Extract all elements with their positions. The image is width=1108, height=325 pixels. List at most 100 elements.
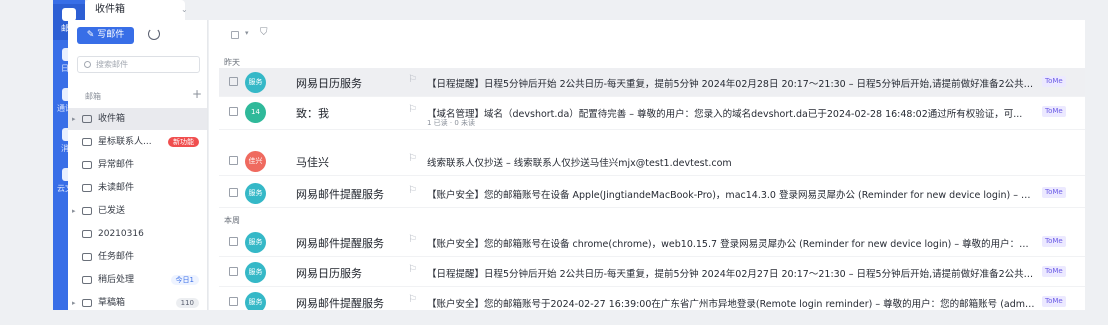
folder-sent[interactable]: ▸ 已发送 (68, 200, 207, 222)
write-mail-label: 写邮件 (97, 30, 125, 40)
search-icon (84, 61, 91, 68)
mail-row[interactable]: 佳兴 马佳兴 ⚐ 线索联系人仅抄送 – 线索联系人仅抄送马佳兴mjx@test1… (219, 147, 1085, 176)
draft-icon (82, 299, 92, 307)
folder-label: 任务邮件 (98, 252, 135, 262)
folder-20210316[interactable]: 20210316 (68, 223, 207, 245)
folder-abnormal[interactable]: 异常邮件 (68, 154, 207, 176)
tome-tag: ToMe (1042, 76, 1066, 87)
tab-inbox-label: 收件箱 (95, 4, 125, 15)
sender-name: 致：我 (296, 107, 329, 120)
clock-folder-icon (82, 276, 92, 284)
sender-name: 网易邮件提醒服务 (296, 237, 384, 250)
mail-subject: 【日程提醒】日程5分钟后开始 2公共日历-每天重复，提前5分钟 2024年02月… (427, 79, 1037, 90)
folder-icon (82, 230, 92, 238)
pencil-icon: ✎ (86, 30, 95, 40)
folder-label: 未读邮件 (98, 183, 135, 193)
mail-row[interactable]: 服务 网易日历服务 ⚐ 【日程提醒】日程5分钟后开始 2公共日历-每天重复，提前… (219, 258, 1085, 287)
mail-row[interactable]: 服务 网易日历服务 ⚐ 【日程提醒】日程5分钟后开始 2公共日历-每天重复，提前… (219, 68, 1085, 97)
sender-name: 马佳兴 (296, 156, 329, 169)
mail-subject: 【日程提醒】日程5分钟后开始 2公共日历-每天重复，提前5分钟 2024年02月… (427, 269, 1037, 280)
star-icon (82, 138, 92, 146)
folder-unread[interactable]: 未读邮件 (68, 177, 207, 199)
tome-tag: ToMe (1042, 106, 1066, 117)
folder-label: 稍后处理 (98, 275, 135, 285)
read-status: 1 已读 · 0 未读 (427, 119, 476, 127)
mail-subject: 【账户安全】您的邮箱账号在设备 chrome(chrome)，web10.15.… (427, 239, 1037, 250)
flag-icon[interactable]: ⚐ (408, 264, 417, 275)
avatar: 服务 (245, 262, 266, 283)
row-checkbox[interactable] (229, 267, 238, 276)
row-checkbox[interactable] (229, 77, 238, 86)
folder-label: 星标联系人... (98, 137, 152, 147)
flag-icon[interactable]: ⚐ (408, 234, 417, 245)
avatar: 14 (245, 102, 266, 123)
folder-sidebar: ✎ 写邮件 搜索邮件 邮箱 + ▸ 收件箱 星标联系人... 新功能 异常邮件 … (68, 20, 208, 320)
sender-name: 网易日历服务 (296, 77, 362, 90)
mail-subject: 【账户安全】您的邮箱账号于2024-02-27 16:39:00在广东省广州市异… (427, 299, 1037, 310)
mail-subject: 【账户安全】您的邮箱账号在设备 Apple(JingtiandeMacBook-… (427, 190, 1037, 201)
mail-row[interactable]: 服务 网易邮件提醒服务 ⚐ 【账户安全】您的邮箱账号在设备 Apple(Jing… (219, 179, 1085, 208)
new-feature-badge: 新功能 (168, 137, 199, 147)
group-label-yesterday: 昨天 (224, 58, 240, 67)
send-icon (82, 207, 92, 215)
tab-inbox[interactable]: 收件箱 (85, 0, 185, 20)
avatar: 服务 (245, 232, 266, 253)
folder-label: 收件箱 (98, 114, 126, 124)
refresh-icon[interactable] (148, 28, 160, 40)
mail-app: 邮箱 日历 通讯录 1 消息 云文档 收件箱 ⌄ ✎ 写邮件 (0, 0, 1108, 325)
folder-tasks[interactable]: 任务邮件 (68, 246, 207, 268)
expand-arrow-icon[interactable]: ▸ (72, 200, 76, 222)
folder-label: 20210316 (98, 229, 144, 239)
folder-icon (82, 161, 92, 169)
flag-icon[interactable]: ⚐ (408, 185, 417, 196)
row-checkbox[interactable] (229, 237, 238, 246)
sender-name: 网易日历服务 (296, 267, 362, 280)
expand-arrow-icon[interactable]: ▸ (72, 108, 76, 130)
row-checkbox[interactable] (229, 156, 238, 165)
folder-later[interactable]: 稍后处理 今日1 (68, 269, 207, 291)
write-mail-button[interactable]: ✎ 写邮件 (77, 27, 134, 44)
avatar: 佳兴 (245, 151, 266, 172)
tome-tag: ToMe (1042, 236, 1066, 247)
sender-name: 网易邮件提醒服务 (296, 188, 384, 201)
sender-name: 网易邮件提醒服务 (296, 297, 384, 310)
flag-icon[interactable]: ⚐ (408, 104, 417, 115)
folder-label: 已发送 (98, 206, 126, 216)
filter-icon[interactable]: ⛉ (260, 27, 268, 38)
avatar: 服务 (245, 183, 266, 204)
tome-tag: ToMe (1042, 296, 1066, 307)
row-checkbox[interactable] (229, 188, 238, 197)
mail-subject: 【域名管理】域名（devshort.da）配置待完善 – 尊敬的用户：您录入的域… (427, 109, 1023, 120)
task-list-icon (82, 253, 92, 261)
mail-row[interactable]: 14 致：我 ⚐ 【域名管理】域名（devshort.da）配置待完善 – 尊敬… (219, 98, 1085, 130)
chevron-down-icon[interactable]: ▾ (245, 29, 249, 37)
mailbox-section-label: 邮箱 (85, 92, 101, 101)
chevron-down-icon[interactable]: ⌄ (181, 5, 188, 14)
tome-tag: ToMe (1042, 266, 1066, 277)
search-input[interactable]: 搜索邮件 (77, 56, 200, 73)
mail-list: ▾ ⛉ 昨天 服务 网易日历服务 ⚐ 【日程提醒】日程5分钟后开始 2公共日历-… (209, 20, 1085, 325)
avatar: 服务 (245, 72, 266, 93)
inbox-icon (82, 115, 92, 123)
search-placeholder: 搜索邮件 (96, 60, 128, 69)
mail-row[interactable]: 服务 网易邮件提醒服务 ⚐ 【账户安全】您的邮箱账号在设备 chrome(chr… (219, 228, 1085, 257)
row-checkbox[interactable] (229, 107, 238, 116)
folder-starred-contacts[interactable]: 星标联系人... 新功能 (68, 131, 207, 153)
group-label-this-week: 本周 (224, 216, 240, 225)
folder-label: 异常邮件 (98, 160, 135, 170)
bottom-margin (0, 310, 1108, 325)
flag-icon[interactable]: ⚐ (408, 294, 417, 305)
today-count-badge: 今日1 (170, 275, 199, 285)
flag-icon[interactable]: ⚐ (408, 74, 417, 85)
flag-icon[interactable]: ⚐ (408, 153, 417, 164)
folder-inbox[interactable]: ▸ 收件箱 (68, 108, 207, 130)
draft-count-badge: 110 (175, 298, 199, 308)
tab-bar: 收件箱 ⌄ (85, 0, 1108, 20)
tome-tag: ToMe (1042, 187, 1066, 198)
right-margin (1085, 20, 1108, 310)
add-folder-button[interactable]: + (192, 87, 202, 101)
select-all-checkbox[interactable] (231, 31, 239, 39)
mail-subject: 线索联系人仅抄送 – 线索联系人仅抄送马佳兴mjx@test1.devtest.… (427, 158, 732, 169)
row-checkbox[interactable] (229, 297, 238, 306)
unread-mail-icon (82, 184, 92, 192)
